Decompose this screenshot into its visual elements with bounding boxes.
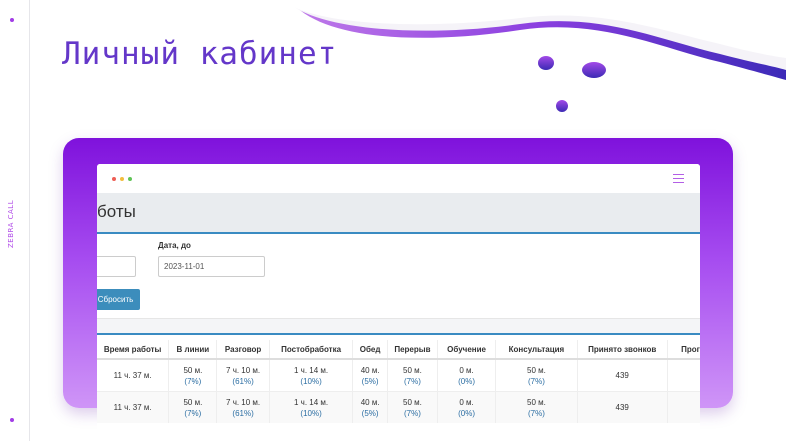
section-divider [97,318,700,335]
col-post-processing[interactable]: Постобработка [268,340,353,360]
col-lunch[interactable]: Обед [352,340,388,360]
cell-work: 11 ч. 37 м. [97,391,169,423]
cell-calls: 439 [576,358,668,392]
cell-truncated [666,358,700,392]
cell-post: 1 ч. 14 м. (10%) [268,391,353,423]
date-from-input[interactable] [97,256,136,277]
reset-button[interactable]: Сбросить [97,289,140,310]
cell-consult: 50 м. (7%) [495,391,578,423]
col-work-time[interactable]: Время работы [97,340,169,360]
date-to-input[interactable]: 2023-11-01 [158,256,265,277]
cell-break: 50 м. (7%) [386,391,438,423]
table-row: 11 ч. 37 м. 50 м. (7%) 7 ч. 10 м. (61%) 1 … [97,358,700,392]
col-training[interactable]: Обучение [437,340,496,360]
date-to-label: Дата, до [158,241,191,250]
cell-post: 1 ч. 14 м. (10%) [268,358,353,392]
window-maximize-dot[interactable] [128,177,132,181]
drop-1 [538,56,554,70]
decor-dot-bottom [10,418,14,422]
cell-work: 11 ч. 37 м. [97,358,169,392]
window-titlebar [97,164,700,194]
table-header-row: Время работы В линии Разговор Постобрабо… [97,340,700,360]
col-in-line[interactable]: В линии [168,340,217,360]
cell-line: 50 м. (7%) [168,358,217,392]
cell-training: 0 м. (0%) [437,358,496,392]
page-header: боты [97,193,700,234]
stats-table: Время работы В линии Разговор Постобрабо… [97,340,700,423]
cell-lunch: 40 м. (5%) [352,358,388,392]
cell-consult: 50 м. (7%) [495,358,578,392]
window-minimize-dot[interactable] [120,177,124,181]
cell-talk: 7 ч. 10 м. (61%) [216,391,270,423]
cell-lunch: 40 м. (5%) [352,391,388,423]
col-consultation[interactable]: Консультация [495,340,578,360]
cell-training: 0 м. (0%) [437,391,496,423]
col-break[interactable]: Перерыв [386,340,438,360]
window-close-dot[interactable] [112,177,116,181]
cell-line: 50 м. (7%) [168,391,217,423]
cell-talk: 7 ч. 10 м. (61%) [216,358,270,392]
app-window: боты Дата, до 2023-11-01 Сбросить Время … [97,164,700,441]
col-talk[interactable]: Разговор [216,340,270,360]
table-row: 11 ч. 37 м. 50 м. (7%) 7 ч. 10 м. (61%) 1 … [97,391,700,423]
brand-vertical-label: ZEBRA CALL [7,199,15,248]
cell-calls: 439 [576,391,668,423]
cell-truncated [666,391,700,423]
col-truncated[interactable]: Прог [666,340,700,360]
page-heading: Личный кабинет [62,36,338,72]
menu-icon[interactable] [673,174,684,184]
col-calls-received[interactable]: Принято звонков [576,340,668,360]
cell-break: 50 м. (7%) [386,358,438,392]
page-title: боты [97,202,136,221]
